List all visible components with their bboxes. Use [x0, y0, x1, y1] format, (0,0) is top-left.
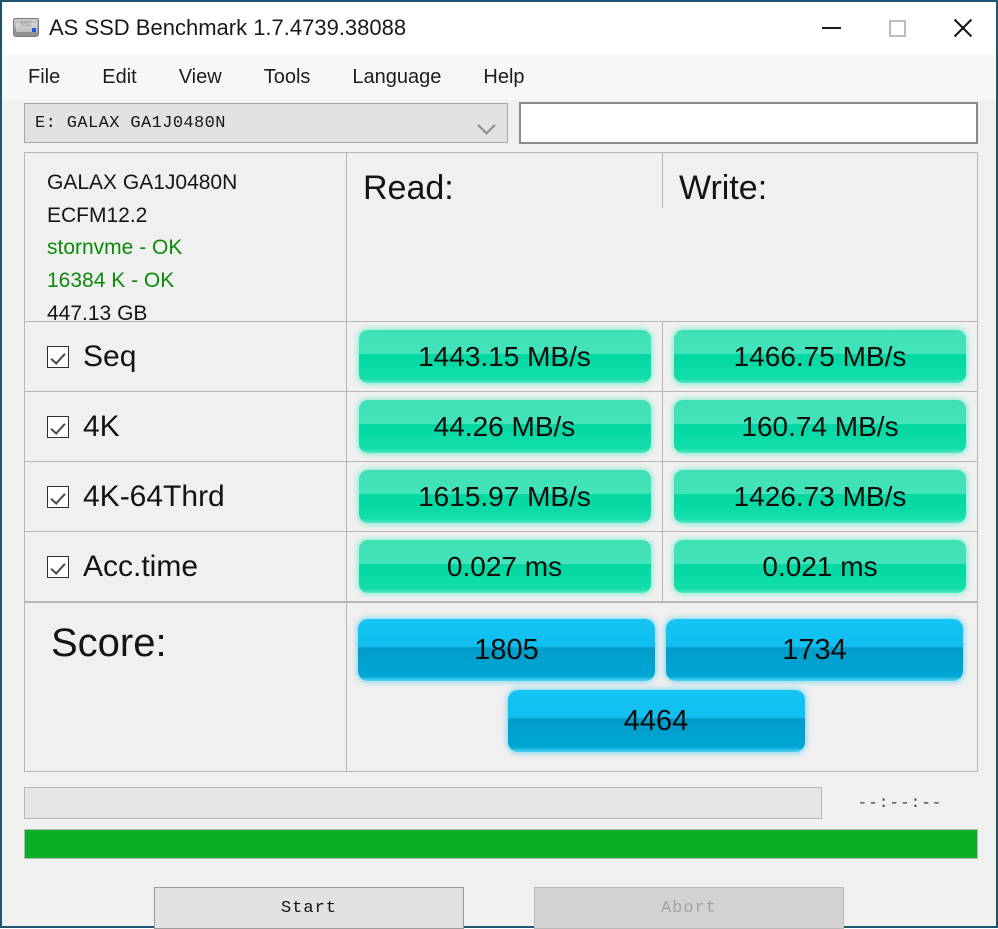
chevron-down-icon	[477, 116, 496, 135]
drive-info-model: GALAX GA1J0480N	[47, 171, 238, 194]
acc-time-write-value: 0.021 ms	[674, 540, 966, 593]
table-row: 4K-64Thrd 1615.97 MB/s 1426.73 MB/s	[25, 462, 977, 532]
minimize-button[interactable]	[798, 2, 864, 54]
elapsed-timer: --:--:--	[857, 794, 943, 812]
score-read-value: 1805	[358, 619, 655, 681]
checkbox-4k-64thrd[interactable]	[47, 485, 69, 508]
4k-write-cell: 160.74 MB/s	[663, 392, 977, 461]
acc-time-read-value: 0.027 ms	[358, 540, 651, 593]
checkbox-acc-time[interactable]	[47, 555, 69, 578]
menu-item-tools[interactable]: Tools	[264, 66, 311, 89]
4k-64thrd-read-cell: 1615.97 MB/s	[347, 462, 663, 531]
maximize-button[interactable]	[864, 2, 930, 54]
info-header-row: GALAX GA1J0480N ECFM12.2 stornvme - OK 1…	[25, 153, 977, 328]
menu-item-view[interactable]: View	[179, 66, 222, 89]
table-row: Acc.time 0.027 ms 0.021 ms	[25, 532, 977, 602]
score-values: 1805 1734 4464	[347, 603, 977, 771]
test-label-4k: 4K	[83, 409, 120, 443]
drive-select-row: E: GALAX GA1J0480N	[2, 100, 996, 146]
acc-time-read-cell: 0.027 ms	[347, 532, 663, 601]
score-write-value: 1734	[666, 619, 963, 681]
window-controls	[798, 2, 996, 54]
4k-64thrd-read-value: 1615.97 MB/s	[358, 470, 651, 523]
test-row-acc-time: Acc.time	[25, 532, 347, 601]
4k-read-cell: 44.26 MB/s	[347, 392, 663, 461]
close-button[interactable]	[930, 2, 996, 54]
drive-info-driver: stornvme - OK	[47, 236, 183, 260]
test-label-seq: Seq	[83, 339, 137, 373]
test-label-4k-64thrd: 4K-64Thrd	[83, 479, 225, 513]
acc-time-write-cell: 0.021 ms	[663, 532, 977, 601]
4k-read-value: 44.26 MB/s	[358, 400, 651, 453]
menu-item-file[interactable]: File	[28, 66, 60, 89]
score-panel: Score: 1805 1734 4464	[24, 602, 978, 772]
seq-write-value: 1466.75 MB/s	[674, 330, 966, 383]
drive-select-dropdown[interactable]: E: GALAX GA1J0480N	[24, 103, 508, 143]
close-icon	[952, 17, 974, 39]
custom-name-input[interactable]	[519, 102, 978, 144]
test-row-4k: 4K	[25, 392, 347, 461]
menu-item-help[interactable]: Help	[483, 66, 524, 89]
title-bar: SSD AS SSD Benchmark 1.7.4739.38088	[2, 0, 996, 54]
progress-bar-fill	[25, 830, 977, 858]
maximize-icon	[888, 19, 906, 37]
seq-write-cell: 1466.75 MB/s	[663, 322, 977, 391]
table-row: Seq 1443.15 MB/s 1466.75 MB/s	[25, 322, 977, 392]
score-total-value: 4464	[507, 690, 805, 752]
window-title: AS SSD Benchmark 1.7.4739.38088	[49, 15, 407, 40]
results-grid: GALAX GA1J0480N ECFM12.2 stornvme - OK 1…	[24, 152, 978, 602]
table-row: 4K 44.26 MB/s 160.74 MB/s	[25, 392, 977, 462]
4k-write-value: 160.74 MB/s	[674, 400, 966, 453]
progress-bar	[24, 829, 978, 859]
drive-select-value: E: GALAX GA1J0480N	[35, 113, 226, 133]
checkbox-4k[interactable]	[47, 415, 69, 438]
action-buttons: Start Abort	[2, 887, 996, 929]
test-row-4k-64thrd: 4K-64Thrd	[25, 462, 347, 531]
status-message-box	[24, 787, 822, 819]
ssd-drive-icon: SSD	[13, 15, 39, 41]
score-label-cell: Score:	[25, 603, 347, 771]
status-row: --:--:--	[24, 787, 978, 819]
4k-64thrd-write-value: 1426.73 MB/s	[674, 470, 966, 523]
read-column-header: Read:	[347, 153, 663, 208]
drive-info-align: 16384 K - OK	[47, 269, 175, 293]
abort-button: Abort	[534, 887, 844, 929]
4k-64thrd-write-cell: 1426.73 MB/s	[663, 462, 977, 531]
drive-info-panel: GALAX GA1J0480N ECFM12.2 stornvme - OK 1…	[25, 153, 347, 328]
drive-info-firmware: ECFM12.2	[47, 203, 148, 227]
write-column-header: Write:	[679, 169, 768, 207]
menu-item-language[interactable]: Language	[352, 66, 441, 89]
menu-item-edit[interactable]: Edit	[102, 66, 136, 89]
seq-read-cell: 1443.15 MB/s	[347, 322, 663, 391]
seq-read-value: 1443.15 MB/s	[358, 330, 651, 383]
minimize-icon	[821, 27, 841, 29]
score-title: Score:	[51, 621, 167, 665]
menu-bar: File Edit View Tools Language Help	[2, 54, 996, 100]
start-button[interactable]: Start	[154, 887, 464, 929]
app-window: SSD AS SSD Benchmark 1.7.4739.38088 File…	[0, 0, 998, 929]
test-row-seq: Seq	[25, 322, 347, 391]
checkbox-seq[interactable]	[47, 345, 69, 368]
test-label-acc-time: Acc.time	[83, 549, 199, 583]
